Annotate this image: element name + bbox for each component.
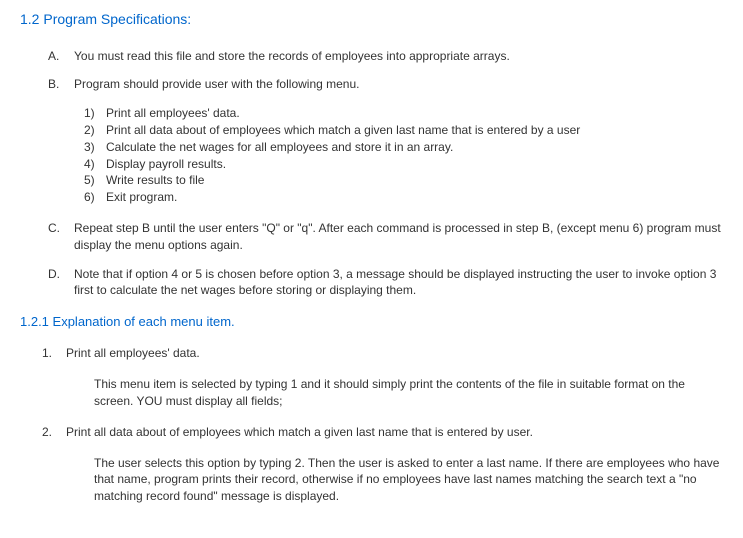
spec-text-c: Repeat step B until the user enters "Q" … bbox=[74, 220, 723, 254]
spec-text-b: Program should provide user with the fol… bbox=[74, 76, 723, 93]
menu-text-5: Write results to file bbox=[106, 172, 723, 189]
explanation-marker-2: 2. bbox=[42, 424, 66, 441]
menu-item-5: 5) Write results to file bbox=[84, 172, 723, 189]
menu-item-1: 1) Print all employees' data. bbox=[84, 105, 723, 122]
menu-marker-5: 5) bbox=[84, 172, 106, 189]
explanation-body-1: This menu item is selected by typing 1 a… bbox=[42, 376, 723, 410]
menu-text-2: Print all data about of employees which … bbox=[106, 122, 723, 139]
menu-text-1: Print all employees' data. bbox=[106, 105, 723, 122]
spec-marker-a: A. bbox=[48, 48, 74, 65]
spec-item-c: C. Repeat step B until the user enters "… bbox=[20, 220, 723, 254]
spec-marker-b: B. bbox=[48, 76, 74, 93]
menu-item-3: 3) Calculate the net wages for all emplo… bbox=[84, 139, 723, 156]
explanation-title-2: Print all data about of employees which … bbox=[66, 424, 723, 441]
menu-item-2: 2) Print all data about of employees whi… bbox=[84, 122, 723, 139]
spec-item-d: D. Note that if option 4 or 5 is chosen … bbox=[20, 266, 723, 300]
menu-marker-2: 2) bbox=[84, 122, 106, 139]
section-heading-1-2-1: 1.2.1 Explanation of each menu item. bbox=[20, 313, 723, 331]
menu-text-6: Exit program. bbox=[106, 189, 723, 206]
menu-item-6: 6) Exit program. bbox=[84, 189, 723, 206]
menu-text-4: Display payroll results. bbox=[106, 156, 723, 173]
menu-marker-4: 4) bbox=[84, 156, 106, 173]
spec-item-a: A. You must read this file and store the… bbox=[20, 48, 723, 65]
menu-text-3: Calculate the net wages for all employee… bbox=[106, 139, 723, 156]
explanation-body-2: The user selects this option by typing 2… bbox=[42, 455, 723, 505]
section-heading-1-2: 1.2 Program Specifications: bbox=[20, 10, 723, 30]
menu-item-4: 4) Display payroll results. bbox=[84, 156, 723, 173]
spec-text-a: You must read this file and store the re… bbox=[74, 48, 723, 65]
menu-marker-1: 1) bbox=[84, 105, 106, 122]
explanation-list: 1. Print all employees' data. This menu … bbox=[20, 345, 723, 505]
spec-text-d: Note that if option 4 or 5 is chosen bef… bbox=[74, 266, 723, 300]
explanation-item-1: 1. Print all employees' data. bbox=[42, 345, 723, 362]
menu-list: 1) Print all employees' data. 2) Print a… bbox=[20, 105, 723, 206]
spec-marker-c: C. bbox=[48, 220, 74, 254]
explanation-item-2: 2. Print all data about of employees whi… bbox=[42, 424, 723, 441]
explanation-marker-1: 1. bbox=[42, 345, 66, 362]
spec-marker-d: D. bbox=[48, 266, 74, 300]
menu-marker-6: 6) bbox=[84, 189, 106, 206]
spec-item-b: B. Program should provide user with the … bbox=[20, 76, 723, 93]
explanation-title-1: Print all employees' data. bbox=[66, 345, 723, 362]
menu-marker-3: 3) bbox=[84, 139, 106, 156]
